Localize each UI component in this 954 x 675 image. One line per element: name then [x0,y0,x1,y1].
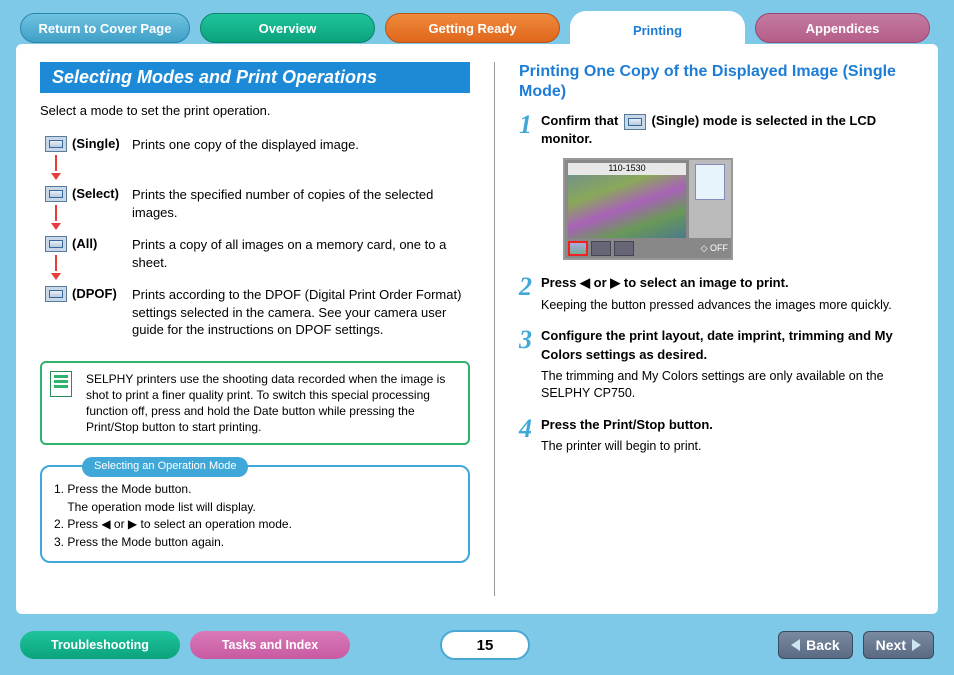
step-1-title: Confirm that (Single) mode is selected i… [541,112,914,148]
bottom-nav: Troubleshooting Tasks and Index 15 Back … [0,618,954,668]
step-4-number: 4 [519,416,541,455]
tab-getting-ready[interactable]: Getting Ready [385,13,560,43]
tasks-index-button[interactable]: Tasks and Index [190,631,350,659]
tab-appendices[interactable]: Appendices [755,13,930,43]
lcd-top-label: 110-1530 [604,163,649,173]
operation-mode-box: Selecting an Operation Mode 1. Press the… [40,465,470,563]
note-text: SELPHY printers use the shooting data re… [86,372,445,435]
single-mode-inline-icon [624,114,646,130]
lcd-paper-icon [695,164,725,200]
lcd-thumb-3 [614,241,634,256]
step-1-number: 1 [519,112,541,260]
mode-single-label: (Single) [72,136,132,180]
mode-table: (Single) Prints one copy of the displaye… [40,130,470,345]
step-3-title: Configure the print layout, date imprint… [541,327,914,363]
right-heading: Printing One Copy of the Displayed Image… [519,62,914,102]
step-3-number: 3 [519,327,541,401]
tab-overview[interactable]: Overview [200,13,375,43]
single-mode-icon [45,136,67,152]
mode-single-desc: Prints one copy of the displayed image. [132,136,470,180]
step-2-number: 2 [519,274,541,313]
all-mode-icon [45,236,67,252]
mode-select-desc: Prints the specified number of copies of… [132,186,470,230]
step-3: 3 Configure the print layout, date impri… [519,327,914,401]
step-2-title: Press ◀ or ▶ to select an image to print… [541,274,914,292]
return-cover-button[interactable]: Return to Cover Page [20,13,190,43]
note-icon [50,371,72,397]
op-step-1b: The operation mode list will display. [67,500,256,514]
back-label: Back [806,637,839,653]
troubleshooting-button[interactable]: Troubleshooting [20,631,180,659]
back-button[interactable]: Back [778,631,852,659]
mode-dpof-label: (DPOF) [72,286,132,339]
op-step-3: Press the Mode button again. [67,535,224,549]
next-arrow-icon [912,639,921,651]
intro-text: Select a mode to set the print operation… [40,103,470,118]
top-nav: Return to Cover Page Overview Getting Re… [0,0,954,48]
page-number: 15 [440,630,530,660]
step-2: 2 Press ◀ or ▶ to select an image to pri… [519,274,914,313]
step-1: 1 Confirm that (Single) mode is selected… [519,112,914,260]
mode-dpof-desc: Prints according to the DPOF (Digital Pr… [132,286,470,339]
section-title: Selecting Modes and Print Operations [40,62,470,93]
op-box-label: Selecting an Operation Mode [82,457,248,477]
mode-select-label: (Select) [72,186,132,230]
lcd-thumb-selected [568,241,588,256]
op-step-2: Press ◀ or ▶ to select an operation mode… [67,517,292,531]
step-4-sub: The printer will begin to print. [541,438,914,455]
step-4-title: Press the Print/Stop button. [541,416,914,434]
page-content: Selecting Modes and Print Operations Sel… [16,44,938,614]
step-3-sub: The trimming and My Colors settings are … [541,368,914,402]
lcd-off-label: ◇ OFF [701,243,728,254]
op-step-1: Press the Mode button. [67,482,191,496]
next-label: Next [876,637,906,653]
tab-printing-active[interactable]: Printing [570,11,745,49]
lcd-preview: 110-1530 P4x6(10x15) 1 ◇ OFF [563,158,733,260]
mode-all-label: (All) [72,236,132,280]
back-arrow-icon [791,639,800,651]
left-column: Selecting Modes and Print Operations Sel… [40,62,470,596]
step-2-sub: Keeping the button pressed advances the … [541,297,914,314]
next-button[interactable]: Next [863,631,934,659]
lcd-thumb-2 [591,241,611,256]
select-mode-icon [45,186,67,202]
step-4: 4 Press the Print/Stop button. The print… [519,416,914,455]
mode-all-desc: Prints a copy of all images on a memory … [132,236,470,280]
dpof-mode-icon [45,286,67,302]
note-box: SELPHY printers use the shooting data re… [40,361,470,446]
right-column: Printing One Copy of the Displayed Image… [494,62,914,596]
